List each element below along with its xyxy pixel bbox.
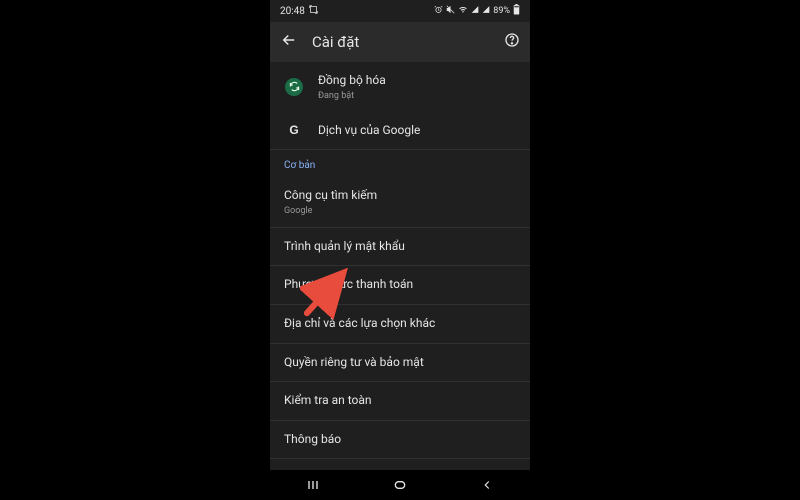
row-search-engine[interactable]: Công cụ tìm kiếm Google <box>270 177 530 228</box>
battery-icon <box>513 4 520 18</box>
section-basic: Cơ bản <box>270 150 530 177</box>
google-icon: G <box>284 123 304 137</box>
payment-methods-title: Phương thức thanh toán <box>284 277 516 293</box>
help-button[interactable] <box>504 32 520 52</box>
row-sync[interactable]: Đồng bộ hóa Đang bật <box>270 62 530 112</box>
nav-recent-button[interactable] <box>293 475 333 495</box>
row-theme[interactable]: Chủ đề <box>270 459 530 470</box>
row-google-services[interactable]: G Dịch vụ của Google <box>270 112 530 151</box>
wifi-icon <box>458 5 468 17</box>
phone-frame: 20:48 89% <box>270 0 530 500</box>
page-title: Cài đặt <box>312 33 490 51</box>
notifications-title: Thông báo <box>284 432 516 448</box>
alarm-icon <box>434 5 443 17</box>
signal-icon-2 <box>482 5 490 17</box>
row-addresses[interactable]: Địa chỉ và các lựa chọn khác <box>270 305 530 344</box>
nav-back-button[interactable] <box>467 475 507 495</box>
nav-home-button[interactable] <box>380 475 420 495</box>
battery-percent: 89% <box>493 6 510 16</box>
sync-icon <box>284 78 304 96</box>
google-services-title: Dịch vụ của Google <box>318 123 420 139</box>
safety-check-title: Kiểm tra an toàn <box>284 393 516 409</box>
signal-icon <box>471 5 479 17</box>
status-bar: 20:48 89% <box>270 0 530 22</box>
row-privacy[interactable]: Quyền riêng tư và bảo mật <box>270 344 530 383</box>
search-engine-title: Công cụ tìm kiếm <box>284 188 516 204</box>
password-manager-title: Trình quản lý mật khẩu <box>284 239 516 255</box>
status-time: 20:48 <box>280 6 305 17</box>
privacy-title: Quyền riêng tư và bảo mật <box>284 355 516 371</box>
row-notifications[interactable]: Thông báo <box>270 421 530 460</box>
mute-icon <box>446 5 455 17</box>
row-password-manager[interactable]: Trình quản lý mật khẩu <box>270 228 530 267</box>
addresses-title: Địa chỉ và các lựa chọn khác <box>284 316 516 332</box>
sync-title: Đồng bộ hóa <box>318 73 386 89</box>
screenshot-icon <box>309 5 318 17</box>
app-header: Cài đặt <box>270 22 530 62</box>
row-safety-check[interactable]: Kiểm tra an toàn <box>270 382 530 421</box>
android-nav-bar <box>270 470 530 500</box>
search-engine-subtitle: Google <box>284 206 516 216</box>
row-payment-methods[interactable]: Phương thức thanh toán <box>270 266 530 305</box>
sync-subtitle: Đang bật <box>318 91 386 101</box>
back-button[interactable] <box>280 31 298 53</box>
settings-list: Đồng bộ hóa Đang bật G Dịch vụ của Googl… <box>270 62 530 470</box>
